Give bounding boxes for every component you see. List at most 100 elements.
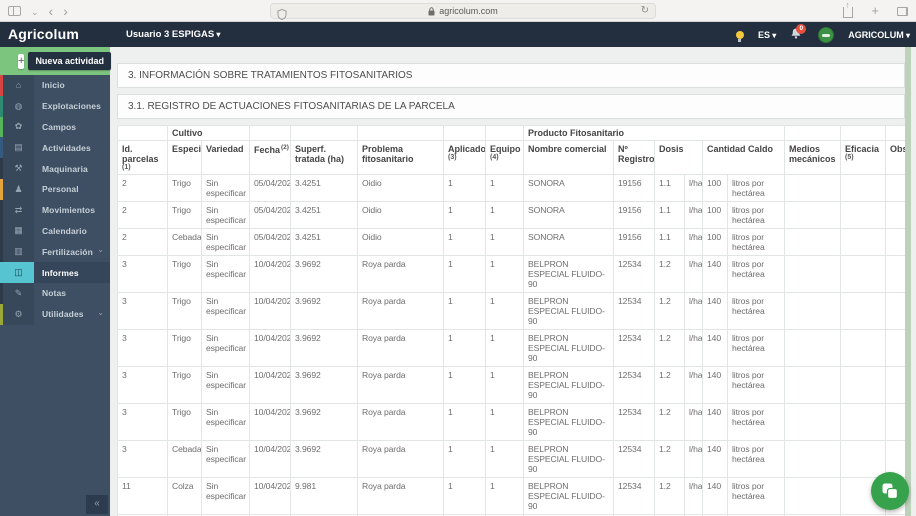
sidebar-item-informes[interactable]: ◫ Informes xyxy=(0,262,110,283)
cell-dosis-unidad: l/ha xyxy=(684,255,703,293)
home-icon: ⌂ xyxy=(3,75,34,96)
cell-dosis-unidad: l/ha xyxy=(684,201,703,229)
notifications-bell[interactable]: 0 xyxy=(790,23,807,43)
address-bar[interactable]: agricolum.com xyxy=(270,3,656,20)
cell-especie: Colza xyxy=(167,477,202,515)
cell-cantidad-caldo: 140 xyxy=(702,366,728,404)
lightbulb-icon[interactable] xyxy=(735,30,744,42)
cell-especie: Trigo xyxy=(167,255,202,293)
cell-nombre-comercial: BELPRON ESPECIAL FLUIDO-90 xyxy=(523,440,614,478)
cell-nombre-comercial: SONORA xyxy=(523,228,614,256)
scrollbar[interactable] xyxy=(905,47,911,516)
sidebar-item-notas[interactable]: ✎ Notas xyxy=(0,282,110,304)
cell-id-parcelas: 3 xyxy=(117,255,168,293)
new-activity-button[interactable]: Nueva actividad xyxy=(28,52,111,70)
avatar[interactable] xyxy=(818,26,835,43)
sidebar-item-personal[interactable]: ♟ Personal xyxy=(0,178,110,200)
cell-aplicador: 1 xyxy=(443,228,486,256)
column-header-especie: Especie xyxy=(167,140,202,175)
cell-aplicador: 1 xyxy=(443,440,486,478)
user-icon: ♟ xyxy=(3,178,34,200)
cell-problema-fitosanitario: Oidio xyxy=(357,228,444,256)
column-header-obs-: Obs. xyxy=(885,140,907,175)
collapse-sidebar-button[interactable] xyxy=(86,495,108,514)
cell-fecha: 10/04/2024 xyxy=(249,477,291,515)
column-group-spacer xyxy=(249,125,291,141)
cell-cantidad-unidad: litros por hectárea xyxy=(726,329,786,367)
cell-superf-tratada: 3.9692 xyxy=(290,255,358,293)
cell-cantidad-unidad: litros por hectárea xyxy=(726,228,786,256)
cell-variedad: Sin especificar xyxy=(201,174,250,202)
cell-nombre-comercial: SONORA xyxy=(523,174,614,202)
cell-equipo: 1 xyxy=(485,366,524,404)
url-text: agricolum.com xyxy=(439,6,498,16)
tab-overview-icon[interactable] xyxy=(897,6,908,16)
sidebar-item-label: Maquinaria xyxy=(42,163,88,174)
cell-cantidad-unidad: litros por hectárea xyxy=(726,366,786,404)
cell-equipo: 1 xyxy=(485,477,524,515)
sidebar-item-utilidades[interactable]: ⚙ Utilidades xyxy=(0,303,110,325)
cell-id-parcelas: 3 xyxy=(117,329,168,367)
cell-fecha: 10/04/2024 xyxy=(249,292,291,330)
language-selector[interactable]: ES xyxy=(758,30,776,40)
sidebar-item-explotaciones[interactable]: ◍ Explotaciones xyxy=(0,95,110,117)
cell-variedad: Sin especificar xyxy=(201,201,250,229)
account-menu[interactable]: AGRICOLUM xyxy=(848,30,910,40)
cell-eficacia xyxy=(840,255,887,293)
cell-equipo: 1 xyxy=(485,403,524,441)
cell-variedad: Sin especificar xyxy=(201,255,250,293)
cell-superf-tratada: 3.4251 xyxy=(290,201,358,229)
column-group-producto-fitosanitario: Producto Fitosanitario xyxy=(522,125,786,141)
sidebar-item-inicio[interactable]: ⌂ Inicio xyxy=(0,75,110,96)
cell-especie: Trigo xyxy=(167,174,202,202)
sidebar-item-label: Personal xyxy=(42,184,79,195)
sidebar-item-movimientos[interactable]: ⇄ Movimientos xyxy=(0,199,110,221)
cell-cantidad-unidad: litros por hectárea xyxy=(726,403,786,441)
share-icon[interactable] xyxy=(843,0,854,18)
sidebar-item-label: Notas xyxy=(42,288,67,299)
app-body: Nueva actividad ⌂ Inicio ◍ Explotaciones ✿ Ca… xyxy=(0,47,916,516)
refresh-icon[interactable] xyxy=(641,5,649,16)
cell-especie: Trigo xyxy=(167,329,202,367)
cell-num-registro: 12534 xyxy=(613,440,655,478)
column-header-aplicador: Aplicador (3) xyxy=(443,140,486,175)
cell-fecha: 05/04/2024 xyxy=(249,174,291,202)
new-tab-icon[interactable] xyxy=(871,2,879,20)
table-row: 11ColzaSin especificar10/04/20249.981Roy… xyxy=(117,477,907,515)
cell-eficacia xyxy=(840,174,887,202)
sidebar-item-fertilizacion[interactable]: ▥ Fertilización xyxy=(0,241,110,263)
cell-superf-tratada: 9.981 xyxy=(290,477,358,515)
add-icon[interactable] xyxy=(18,53,25,69)
cell-dosis-unidad: l/ha xyxy=(684,366,703,404)
sidebar-item-actividades[interactable]: ▤ Actividades xyxy=(0,137,110,159)
exchange-icon: ⇄ xyxy=(3,199,34,221)
cell-dosis: 1.2 xyxy=(654,329,685,367)
leaf-icon: ✿ xyxy=(3,116,34,138)
sidebar-item-label: Explotaciones xyxy=(42,101,101,112)
column-group-spacer xyxy=(485,125,524,141)
table-row: 2TrigoSin especificar05/04/20243.4251Oid… xyxy=(117,201,907,229)
cell-obs xyxy=(885,255,907,293)
sidebar-item-maquinaria[interactable]: ⚒ Maquinaria xyxy=(0,158,110,179)
truck-icon: ▥ xyxy=(3,241,34,263)
cell-fecha: 05/04/2024 xyxy=(249,228,291,256)
cell-medios-mecanicos xyxy=(784,477,842,515)
cell-cantidad-unidad: litros por hectárea xyxy=(726,174,786,202)
user-menu[interactable]: Usuario 3 ESPIGAS xyxy=(126,29,220,40)
cell-aplicador: 1 xyxy=(443,255,486,293)
chat-button[interactable] xyxy=(871,472,909,510)
notification-badge: 0 xyxy=(796,23,807,34)
table-row: 3TrigoSin especificar10/04/20243.9692Roy… xyxy=(117,255,907,293)
back-icon[interactable] xyxy=(49,4,54,18)
column-header-nombre-comercial: Nombre comercial xyxy=(523,140,614,175)
sidebar-item-campos[interactable]: ✿ Campos xyxy=(0,116,110,138)
chevron-down-icon[interactable] xyxy=(31,5,39,17)
forward-icon[interactable] xyxy=(63,4,68,18)
sidebar-item-label: Movimientos xyxy=(42,205,96,216)
sidebar-item-calendario[interactable]: ▦ Calendario xyxy=(0,220,110,242)
cell-especie: Trigo xyxy=(167,201,202,229)
table-row: 2CebadaSin especificar05/04/20243.4251Oi… xyxy=(117,228,907,256)
cell-num-registro: 12534 xyxy=(613,255,655,293)
cell-aplicador: 1 xyxy=(443,174,486,202)
sidebar-toggle-icon[interactable] xyxy=(8,6,21,16)
